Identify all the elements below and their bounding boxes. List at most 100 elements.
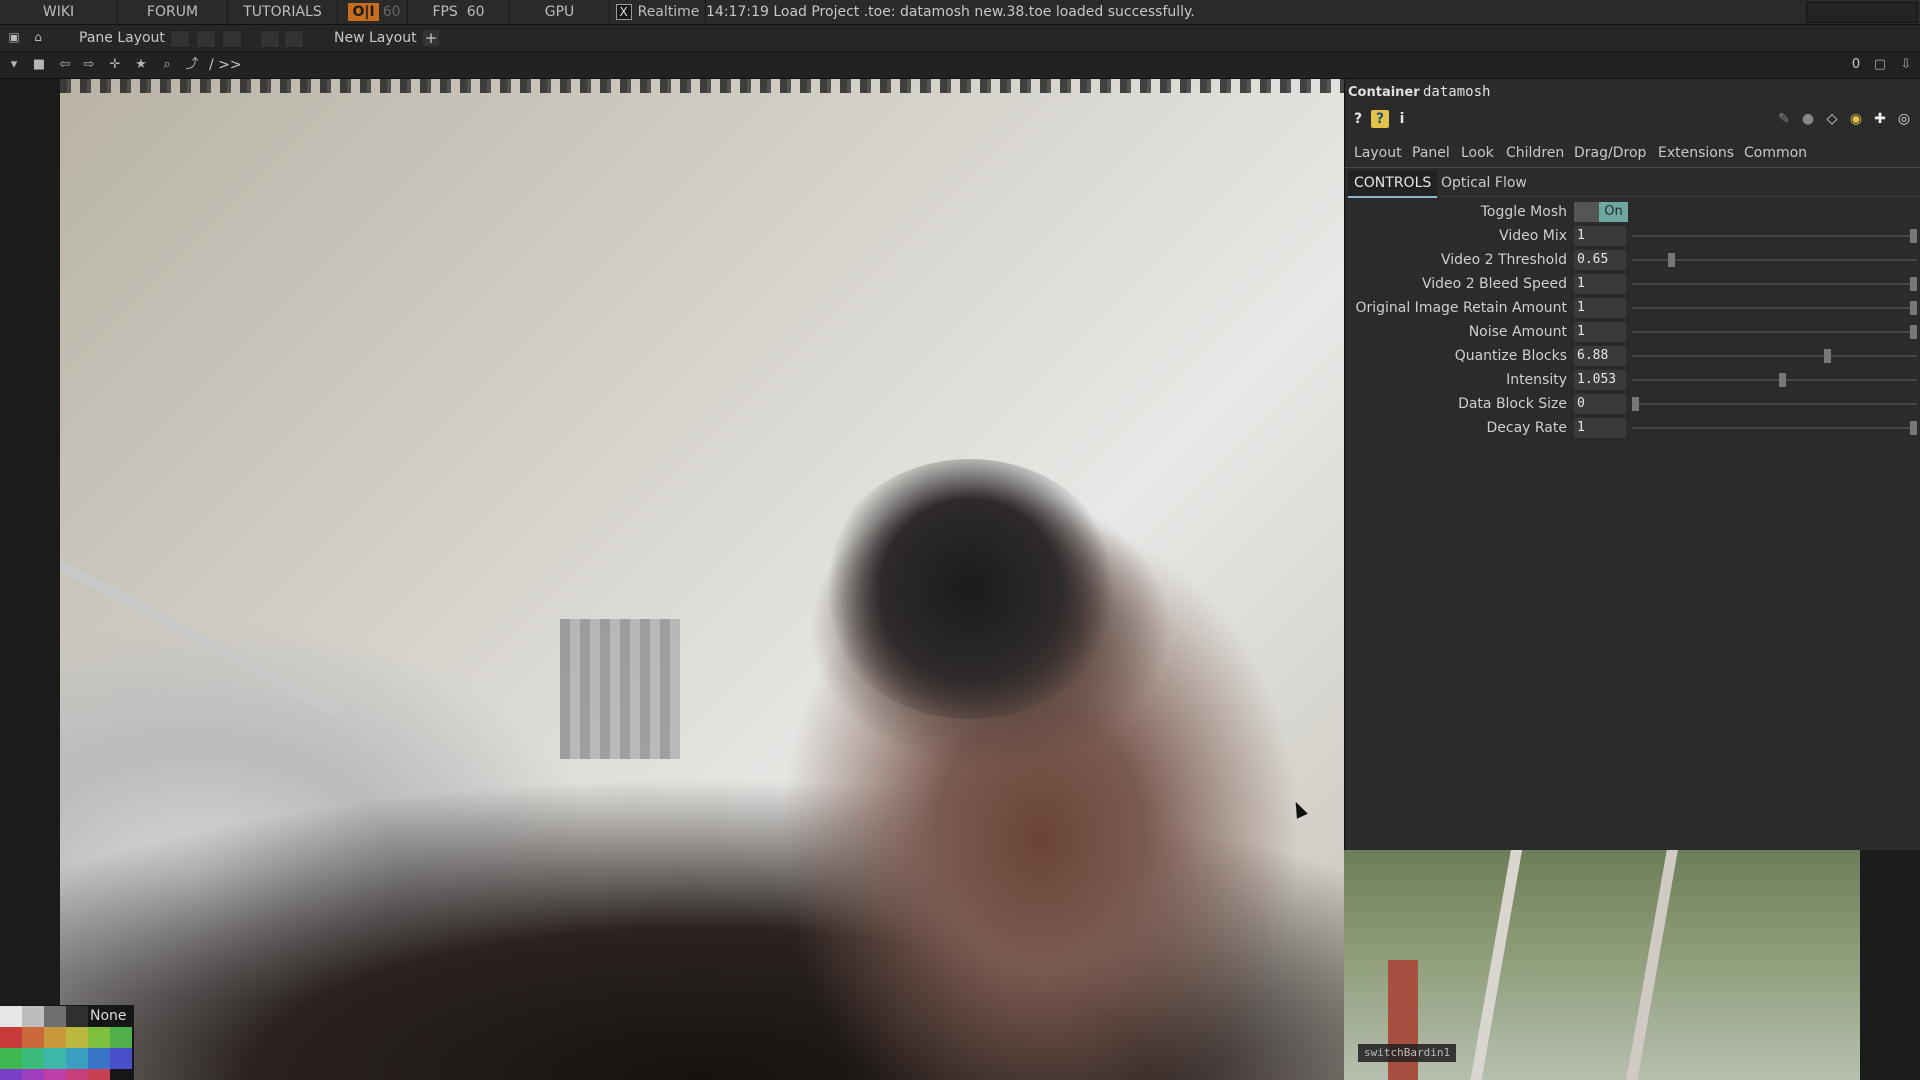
param-slider-track[interactable] [1632, 379, 1917, 381]
param-slider-handle[interactable] [1910, 301, 1917, 315]
param-slider-track[interactable] [1632, 403, 1917, 405]
edit-icon[interactable]: ✎ [1775, 110, 1793, 128]
param-slider-track[interactable] [1632, 355, 1917, 357]
swatch-purple[interactable] [22, 1069, 44, 1080]
home-network-icon[interactable]: ✛ [107, 57, 123, 73]
param-slider-track[interactable] [1632, 307, 1917, 309]
layout-split-h-button[interactable] [196, 30, 216, 48]
search-network-icon[interactable]: ⌕ [159, 57, 175, 73]
param-value-field[interactable]: 0 [1574, 394, 1626, 414]
fps-value: 60 [466, 4, 485, 20]
target-icon[interactable]: ◎ [1895, 110, 1913, 128]
swatch-teal[interactable] [44, 1048, 66, 1069]
tutorials-link[interactable]: TUTORIALS [228, 0, 338, 24]
swatch-mint[interactable] [22, 1048, 44, 1069]
param-slider-handle[interactable] [1779, 373, 1787, 387]
param-value-field[interactable]: 1 [1574, 274, 1626, 294]
maximize-pane-icon[interactable]: ▢ [1872, 57, 1888, 73]
pane-expand-icon[interactable]: ▣ [7, 30, 21, 44]
tab-extensions[interactable]: Extensions [1658, 139, 1734, 167]
realtime-toggle[interactable]: X Realtime [610, 0, 706, 24]
swatch-rose[interactable] [88, 1069, 110, 1080]
swatch-yellow[interactable] [66, 1027, 88, 1048]
tab-drag-drop[interactable]: Drag/Drop [1574, 139, 1646, 167]
layout-single-button[interactable] [170, 30, 190, 48]
param-slider-handle[interactable] [1910, 229, 1917, 243]
network-path[interactable]: / >> [209, 52, 242, 78]
layout-quad-button[interactable] [284, 30, 304, 48]
comment-icon[interactable]: ● [1799, 110, 1817, 128]
parent-icon[interactable]: ⤴ [184, 57, 200, 73]
param-slider-handle[interactable] [1632, 397, 1639, 411]
tab-panel[interactable]: Panel [1412, 139, 1450, 167]
swatch-emerald[interactable] [0, 1048, 22, 1069]
swatch-violet[interactable] [0, 1069, 22, 1080]
layout-triple-button[interactable] [260, 30, 280, 48]
param-slider-track[interactable] [1632, 331, 1917, 333]
realtime-checkbox[interactable]: X [615, 4, 632, 20]
toggle-off-side[interactable] [1574, 202, 1599, 222]
gpu-button[interactable]: GPU [510, 0, 610, 24]
top-right-field[interactable] [1806, 2, 1918, 23]
add-layout-button[interactable]: + [423, 30, 439, 46]
param-slider-handle[interactable] [1823, 349, 1831, 363]
swatch-none-label[interactable]: None [90, 1006, 127, 1026]
swatch-blue[interactable] [88, 1048, 110, 1069]
info-icon[interactable]: i [1393, 110, 1411, 128]
param-slider-handle[interactable] [1668, 253, 1676, 267]
swatch-darkgray[interactable] [66, 1006, 88, 1027]
back-icon[interactable]: ⇦ [57, 57, 73, 73]
swatch-pink[interactable] [66, 1069, 88, 1080]
layout-split-v-button[interactable] [222, 30, 242, 48]
forum-link[interactable]: FORUM [118, 0, 228, 24]
swatch-red[interactable] [0, 1027, 22, 1048]
help-icon[interactable]: ? [1349, 110, 1367, 128]
swatch-indigo[interactable] [110, 1048, 132, 1069]
tab-common[interactable]: Common [1744, 139, 1807, 167]
new-layout-label[interactable]: New Layout [334, 25, 417, 51]
param-value-field[interactable]: 1 [1574, 322, 1626, 342]
toggle-mosh-switch[interactable]: On [1574, 202, 1628, 222]
python-help-icon[interactable]: ? [1371, 110, 1389, 128]
tab-look[interactable]: Look [1461, 139, 1494, 167]
param-slider-handle[interactable] [1910, 277, 1917, 291]
param-value-field[interactable]: 6.88 [1574, 346, 1626, 366]
swatch-cyan[interactable] [66, 1048, 88, 1069]
perform-mode-badge[interactable]: O|I [348, 3, 379, 21]
param-slider-track[interactable] [1632, 235, 1917, 237]
clone-icon[interactable]: ◇ [1823, 110, 1841, 128]
add-icon[interactable]: ✚ [1871, 110, 1889, 128]
chevron-down-icon[interactable]: ▾ [6, 57, 22, 73]
swatch-white[interactable] [0, 1006, 22, 1027]
tab-children[interactable]: Children [1506, 139, 1564, 167]
param-value-field[interactable]: 1 [1574, 418, 1626, 438]
tab-layout[interactable]: Layout [1354, 139, 1402, 167]
split-pane-icon[interactable]: ⇩ [1898, 57, 1914, 73]
param-slider-handle[interactable] [1910, 421, 1917, 435]
swatch-lightgray[interactable] [22, 1006, 44, 1027]
tab-controls[interactable]: CONTROLS [1348, 170, 1438, 198]
param-slider-track[interactable] [1632, 427, 1917, 429]
param-slider-track[interactable] [1632, 283, 1917, 285]
param-value-field[interactable]: 1 [1574, 226, 1626, 246]
swatch-amber[interactable] [44, 1027, 66, 1048]
home-icon[interactable]: ⌂ [31, 30, 45, 44]
forward-icon[interactable]: ⇨ [81, 57, 97, 73]
param-value-field[interactable]: 1.053 [1574, 370, 1626, 390]
operator-name[interactable]: datamosh [1423, 84, 1490, 100]
param-slider-handle[interactable] [1910, 325, 1917, 339]
bookmark-icon[interactable]: ★ [133, 57, 149, 73]
stop-icon[interactable]: ■ [31, 57, 47, 73]
swatch-lime[interactable] [88, 1027, 110, 1048]
video-viewer[interactable] [60, 79, 1344, 1080]
param-value-field[interactable]: 0.65 [1574, 250, 1626, 270]
swatch-orange[interactable] [22, 1027, 44, 1048]
param-value-field[interactable]: 1 [1574, 298, 1626, 318]
swatch-green[interactable] [110, 1027, 132, 1048]
wiki-link[interactable]: WIKI [0, 0, 118, 24]
python-icon[interactable]: ◉ [1847, 110, 1865, 128]
swatch-gray[interactable] [44, 1006, 66, 1027]
swatch-magenta[interactable] [44, 1069, 66, 1080]
toggle-on-side[interactable]: On [1599, 202, 1628, 222]
tab-optical-flow[interactable]: Optical Flow [1435, 170, 1533, 196]
